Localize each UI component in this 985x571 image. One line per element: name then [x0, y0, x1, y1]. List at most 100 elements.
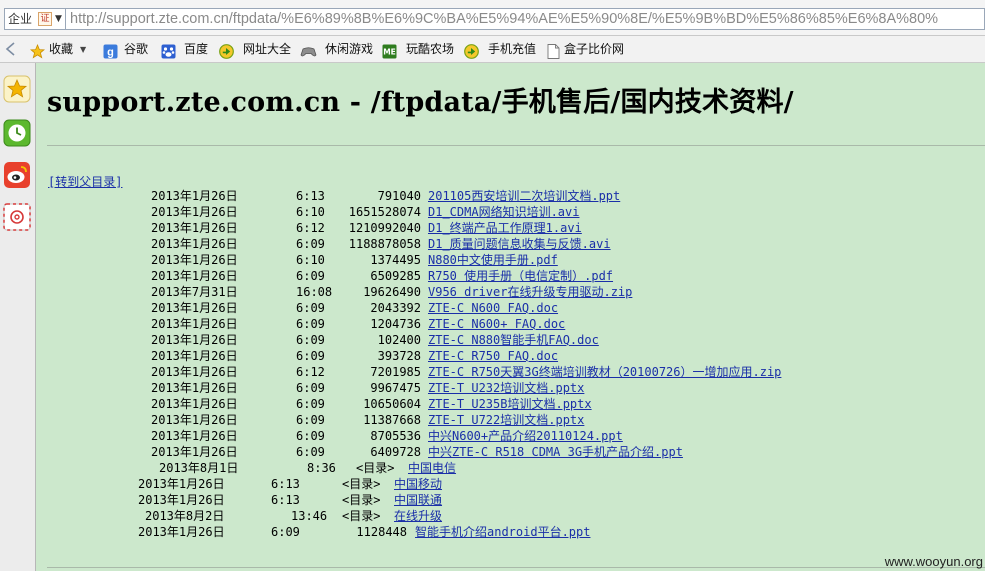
bookmark-casual-games[interactable]: 休闲游戏	[300, 36, 376, 63]
bookmark-baidu[interactable]: 百度	[161, 36, 211, 63]
modified-time: 6:09	[296, 381, 325, 395]
modified-time: 6:09	[296, 317, 325, 331]
file-link[interactable]: 智能手机介绍android平台.ppt	[415, 524, 590, 540]
file-link[interactable]: R750 使用手册（电信定制）.pdf	[428, 268, 613, 284]
file-size: 8705536	[370, 429, 421, 443]
modified-time: 6:09	[296, 333, 325, 347]
green-circle-icon	[464, 42, 479, 59]
file-link[interactable]: ZTE-T U722培训文档.pptx	[428, 412, 584, 428]
bookmark-label: 网址大全	[243, 42, 292, 56]
zone-label: 企业	[8, 12, 33, 26]
file-size: 1204736	[370, 317, 421, 331]
bookmarks-bar: 收藏 ▼ g 谷歌 百度 网址大全 休闲游戏 ME 玩酷农场 手机充值 盒子比价…	[0, 36, 985, 63]
modified-date: 2013年1月26日	[151, 429, 238, 443]
file-link[interactable]: ZTE-C N600 FAQ.doc	[428, 300, 558, 316]
history-clock-icon[interactable]	[3, 119, 31, 147]
bookmark-url-directory[interactable]: 网址大全	[219, 36, 291, 63]
file-link[interactable]: D1_CDMA网络知识培训.avi	[428, 204, 579, 220]
chevron-down-icon[interactable]: ▼	[80, 36, 86, 63]
directory-link[interactable]: 在线升级	[394, 508, 442, 524]
security-zone-selector[interactable]: 企业 证 ▼	[4, 8, 66, 30]
gamepad-icon	[300, 42, 317, 57]
certificate-icon: 证	[38, 12, 52, 26]
modified-date: 2013年1月26日	[151, 301, 238, 315]
watermark-text: www.wooyun.org	[884, 554, 983, 569]
bookmark-label: 休闲游戏	[325, 42, 374, 56]
bookmark-favorites[interactable]: 收藏 ▼	[29, 36, 90, 63]
weibo-icon[interactable]	[3, 161, 31, 189]
file-link[interactable]: ZTE-C R750 FAQ.doc	[428, 348, 558, 364]
side-panel	[0, 63, 36, 571]
svg-text:ME: ME	[383, 48, 396, 57]
file-size: 1651528074	[348, 205, 421, 219]
modified-date: 2013年1月26日	[151, 381, 238, 395]
file-size: 1128448	[356, 525, 407, 539]
modified-date: 2013年1月26日	[138, 525, 225, 539]
modified-date: 2013年1月26日	[151, 189, 238, 203]
file-size: 1188878058	[348, 237, 421, 251]
modified-time: 6:09	[296, 349, 325, 363]
file-size: 393728	[377, 349, 421, 363]
modified-time: 6:12	[296, 221, 325, 235]
mail-icon[interactable]	[3, 203, 31, 231]
top-divider	[47, 145, 985, 146]
modified-date: 2013年1月26日	[138, 477, 225, 491]
modified-time: 6:10	[296, 253, 325, 267]
modified-date: 2013年1月26日	[151, 413, 238, 427]
file-link[interactable]: D1_质量问题信息收集与反馈.avi	[428, 236, 611, 252]
modified-time: 6:12	[296, 365, 325, 379]
modified-date: 2013年1月26日	[151, 445, 238, 459]
farm-icon: ME	[382, 42, 397, 59]
bookmark-google[interactable]: g 谷歌	[103, 36, 153, 63]
bookmark-phone-recharge[interactable]: 手机充值	[464, 36, 540, 63]
modified-date: 2013年1月26日	[151, 397, 238, 411]
directory-link[interactable]: 中国电信	[408, 460, 456, 476]
google-icon: g	[103, 42, 118, 59]
modified-time: 8:36	[307, 461, 336, 475]
modified-date: 2013年1月26日	[138, 493, 225, 507]
modified-time: 6:09	[296, 301, 325, 315]
modified-date: 2013年1月26日	[151, 333, 238, 347]
bookmark-price-compare[interactable]: 盒子比价网	[547, 36, 637, 63]
modified-time: 6:09	[296, 445, 325, 459]
address-bar: 企业 证 ▼ http://support.zte.com.cn/ftpdata…	[0, 0, 985, 36]
modified-time: 6:09	[296, 397, 325, 411]
file-link[interactable]: N880中文使用手册.pdf	[428, 252, 558, 268]
file-link[interactable]: V956 driver在线升级专用驱动.zip	[428, 284, 632, 300]
file-link[interactable]: D1_终端产品工作原理1.avi	[428, 220, 582, 236]
directory-tag: <目录>	[342, 493, 381, 507]
file-link[interactable]: 中兴ZTE-C R518 CDMA 3G手机产品介绍.ppt	[428, 444, 683, 460]
baidu-paw-icon	[161, 42, 176, 59]
file-size: 6409728	[370, 445, 421, 459]
file-link[interactable]: ZTE-C N600+ FAQ.doc	[428, 316, 565, 332]
modified-time: 6:13	[271, 477, 300, 491]
file-size: 7201985	[370, 365, 421, 379]
file-size: 11387668	[363, 413, 421, 427]
modified-time: 6:09	[296, 269, 325, 283]
directory-link[interactable]: 中国联通	[394, 492, 442, 508]
modified-date: 2013年8月1日	[159, 461, 239, 475]
modified-time: 6:13	[271, 493, 300, 507]
modified-time: 6:09	[296, 237, 325, 251]
file-link[interactable]: 201105西安培训二次培训文档.ppt	[428, 188, 620, 204]
directory-tag: <目录>	[342, 477, 381, 491]
parent-directory-link[interactable]: [转到父目录]	[48, 173, 122, 190]
page-icon	[547, 42, 562, 59]
file-size: 102400	[377, 333, 421, 347]
file-link[interactable]: ZTE-C R750天翼3G终端培训教材（20100726）一增加应用.zip	[428, 364, 781, 380]
bookmark-label: 手机充值	[488, 42, 537, 56]
back-arrow-icon[interactable]	[4, 42, 16, 56]
file-size: 10650604	[363, 397, 421, 411]
file-link[interactable]: ZTE-C N880智能手机FAQ.doc	[428, 332, 599, 348]
url-input[interactable]: http://support.zte.com.cn/ftpdata/%E6%89…	[66, 8, 985, 30]
bookmark-label: 百度	[184, 42, 209, 56]
bottom-divider	[47, 567, 985, 568]
directory-link[interactable]: 中国移动	[394, 476, 442, 492]
modified-time: 6:09	[296, 413, 325, 427]
file-link[interactable]: 中兴N600+产品介绍20110124.ppt	[428, 428, 623, 444]
bookmark-farm[interactable]: ME 玩酷农场	[382, 36, 458, 63]
file-size: 6509285	[370, 269, 421, 283]
file-link[interactable]: ZTE-T U232培训文档.pptx	[428, 380, 584, 396]
file-link[interactable]: ZTE-T U235B培训文档.pptx	[428, 396, 592, 412]
favorites-star-icon[interactable]	[3, 75, 31, 103]
